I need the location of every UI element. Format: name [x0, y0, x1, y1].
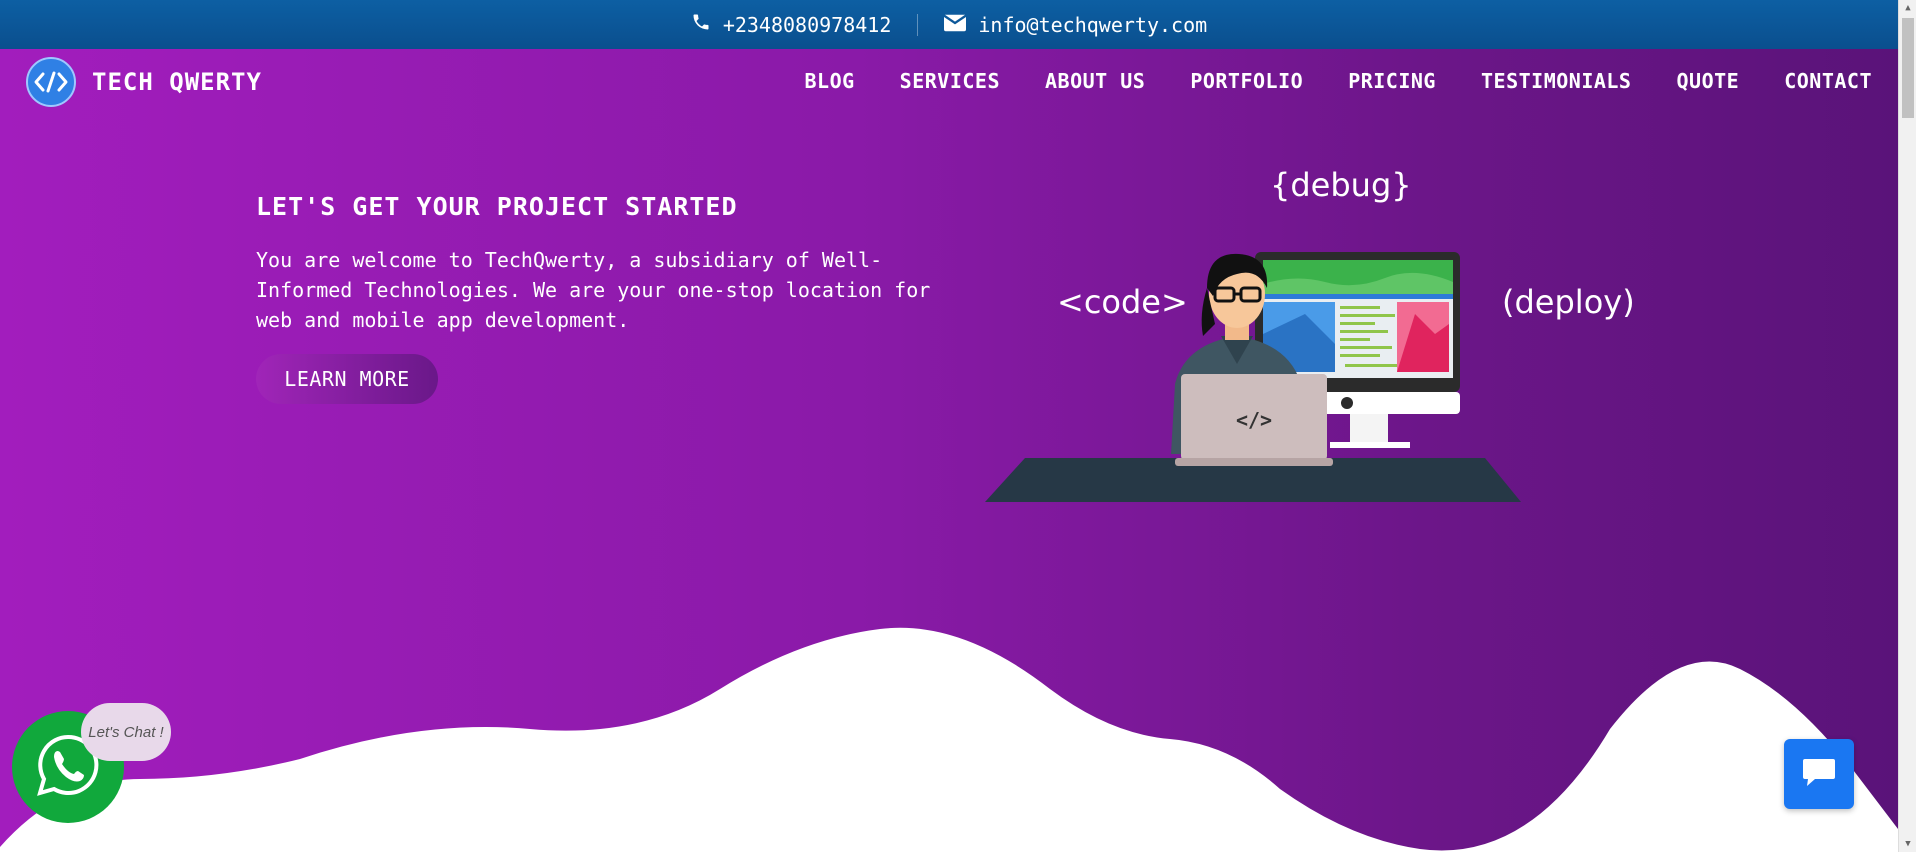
- whatsapp-chat-bubble[interactable]: Let's Chat !: [81, 703, 171, 761]
- live-chat-button[interactable]: [1784, 739, 1854, 809]
- contact-bar: +2348080978412 info@techqwerty.com: [0, 0, 1898, 49]
- nav-link-pricing[interactable]: PRICING: [1348, 69, 1436, 93]
- scroll-up-arrow-icon[interactable]: ▲: [1899, 0, 1916, 16]
- hero-heading: LET'S GET YOUR PROJECT STARTED: [256, 192, 738, 221]
- laptop-label: </>: [1236, 408, 1272, 432]
- hero-description: You are welcome to TechQwerty, a subsidi…: [256, 248, 931, 332]
- chat-bubble-icon: [1801, 755, 1837, 793]
- phone-contact[interactable]: +2348080978412: [691, 12, 892, 37]
- email-contact[interactable]: info@techqwerty.com: [944, 13, 1207, 37]
- nav-menu: BLOG SERVICES ABOUT US PORTFOLIO PRICING…: [804, 69, 1872, 93]
- nav-link-blog[interactable]: BLOG: [804, 69, 854, 93]
- nav-link-about-us[interactable]: ABOUT US: [1045, 69, 1145, 93]
- deploy-tag: (deploy): [1502, 283, 1635, 321]
- nav-link-quote[interactable]: QUOTE: [1676, 69, 1739, 93]
- main-navigation: TECH QWERTY BLOG SERVICES ABOUT US PORTF…: [0, 49, 1898, 119]
- nav-link-services[interactable]: SERVICES: [900, 69, 1000, 93]
- nav-link-testimonials[interactable]: TESTIMONIALS: [1481, 69, 1632, 93]
- scroll-down-arrow-icon[interactable]: ▼: [1899, 836, 1916, 852]
- divider: [917, 13, 919, 36]
- code-brackets-icon: [26, 57, 76, 107]
- learn-more-button[interactable]: LEARN MORE: [256, 354, 438, 404]
- nav-link-contact[interactable]: CONTACT: [1784, 69, 1872, 93]
- page-scrollbar[interactable]: ▲ ▼: [1898, 0, 1916, 852]
- wave-divider: [0, 627, 1898, 852]
- envelope-icon: [944, 13, 967, 37]
- brand-logo[interactable]: TECH QWERTY: [26, 57, 262, 107]
- developer-illustration: </>: [985, 244, 1521, 508]
- debug-tag: {debug}: [1270, 166, 1412, 204]
- phone-number[interactable]: +2348080978412: [723, 13, 892, 37]
- scroll-thumb[interactable]: [1902, 18, 1914, 118]
- nav-link-portfolio[interactable]: PORTFOLIO: [1190, 69, 1303, 93]
- brand-name[interactable]: TECH QWERTY: [92, 68, 262, 96]
- email-address[interactable]: info@techqwerty.com: [978, 13, 1207, 37]
- hero-section: TECH QWERTY BLOG SERVICES ABOUT US PORTF…: [0, 49, 1898, 852]
- phone-icon: [691, 12, 711, 37]
